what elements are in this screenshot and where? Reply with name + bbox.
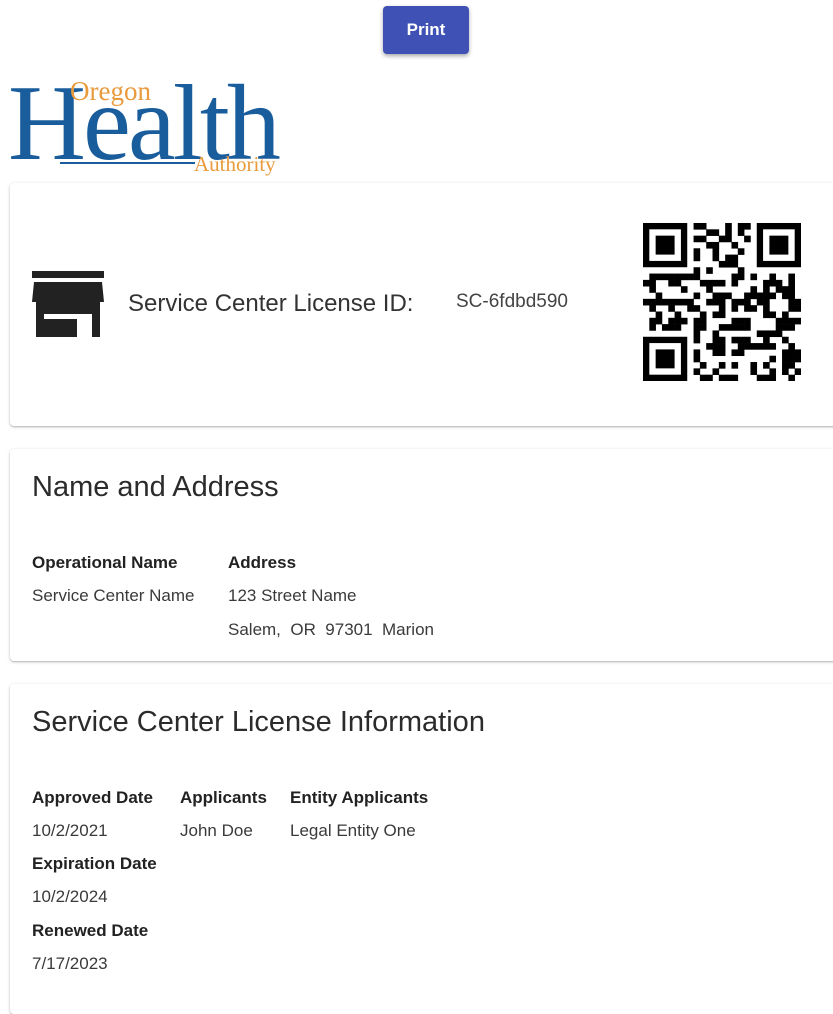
renewed-date-label: Renewed Date <box>32 921 149 940</box>
expiration-date-value: 10/2/2024 <box>32 887 108 906</box>
section-title: Service Center License Information <box>32 706 485 738</box>
applicants-value: John Doe <box>180 821 253 840</box>
license-id-label: Service Center License ID: <box>128 290 414 317</box>
address-label: Address <box>228 553 297 572</box>
expiration-date-label: Expiration Date <box>32 854 157 873</box>
entity-applicants-label: Entity Applicants <box>290 788 429 807</box>
applicants-label: Applicants <box>180 788 267 807</box>
address-line-1: 123 Street Name <box>228 586 357 605</box>
license-card: Service Center License ID: SC-6fdbd590 <box>10 183 833 426</box>
oregon-health-authority-logo: Health Oregon Authority <box>8 64 281 183</box>
qr-code-icon <box>643 223 801 381</box>
renewed-date-value: 7/17/2023 <box>32 954 108 973</box>
section-title: Name and Address <box>32 471 279 503</box>
operational-name-value: Service Center Name <box>32 586 195 605</box>
print-button[interactable]: Print <box>383 6 469 54</box>
operational-name-label: Operational Name <box>32 553 178 572</box>
license-id-value: SC-6fdbd590 <box>456 291 568 312</box>
entity-applicants-value: Legal Entity One <box>290 821 416 840</box>
store-icon <box>32 271 104 337</box>
approved-date-value: 10/2/2021 <box>32 821 108 840</box>
address-line-2: Salem, OR 97301 Marion <box>228 620 434 639</box>
license-information-card: Service Center License Information Appro… <box>10 684 833 1014</box>
approved-date-label: Approved Date <box>32 788 153 807</box>
name-and-address-card: Name and Address Operational Name Servic… <box>10 449 833 661</box>
